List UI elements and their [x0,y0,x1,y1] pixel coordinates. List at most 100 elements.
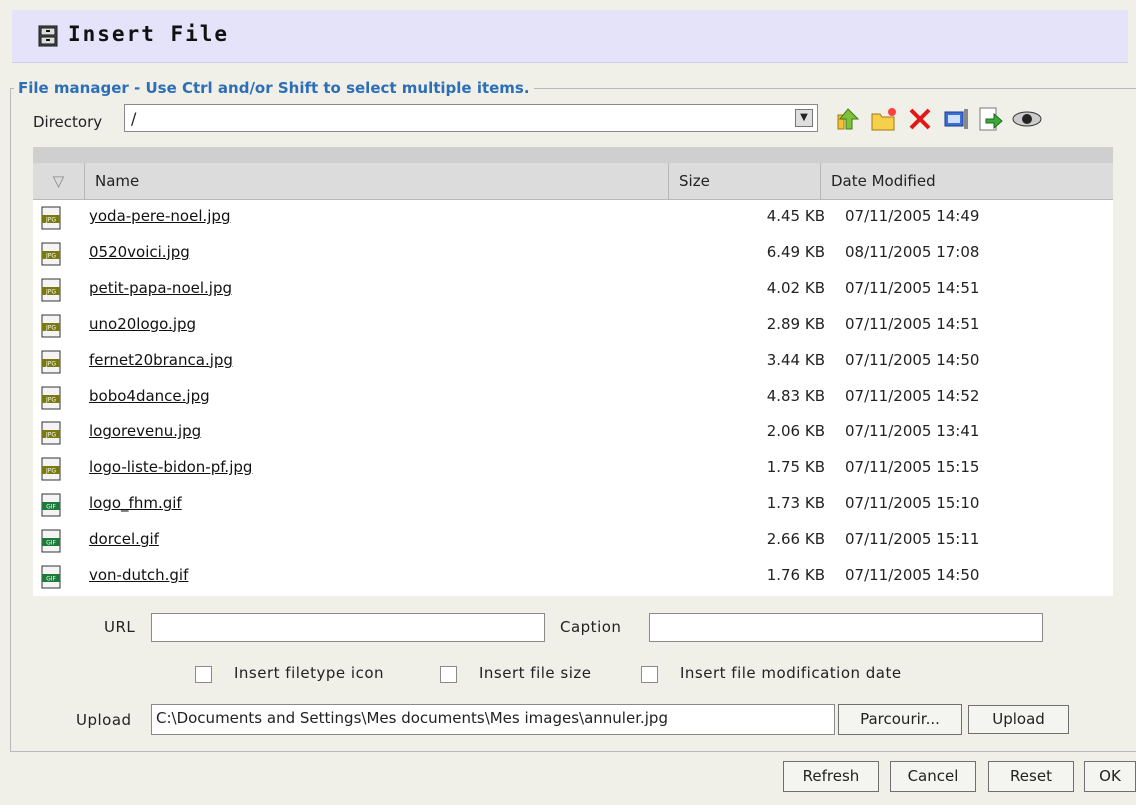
file-type-text: JPG [45,324,56,331]
file-size: 1.73 KB [766,494,825,513]
file-date: 07/11/2005 13:41 [845,422,980,441]
sort-indicator-icon[interactable]: ▽ [33,163,85,199]
file-name[interactable]: von-dutch.gif [89,566,188,584]
file-size: 2.89 KB [766,314,825,333]
table-header: ▽ Name Size Date Modified [33,163,1113,200]
table-row[interactable]: JPG logo-liste-bidon-pf.jpg 1.75 KB 07/11/2… [33,451,1113,486]
upload-path-field[interactable]: C:\Documents and Settings\Mes documents\… [151,704,835,735]
jpg-file-icon: JPG [41,206,61,230]
file-size: 1.76 KB [766,566,825,584]
table-row[interactable]: JPG uno20logo.jpg 2.89 KB 07/11/2005 14:51 [33,308,1113,343]
file-date: 07/11/2005 15:10 [845,494,980,513]
column-header-date[interactable]: Date Modified [821,163,1113,199]
gif-file-icon: GIF [41,493,61,517]
table-row[interactable]: JPG 0520voici.jpg 6.49 KB 08/11/2005 17:08 [33,236,1113,271]
file-size: 3.44 KB [766,350,825,369]
file-date: 07/11/2005 14:51 [845,278,980,297]
file-cabinet-icon [38,25,58,47]
cancel-button[interactable]: Cancel [890,761,976,792]
file-type-text: JPG [45,252,56,259]
table-row[interactable]: JPG petit-papa-noel.jpg 4.02 KB 07/11/2005 … [33,272,1113,307]
table-row[interactable]: GIF logo_fhm.gif 1.73 KB 07/11/2005 15:10 [33,487,1113,522]
insert-filetype-icon-checkbox[interactable] [195,666,212,683]
upload-button[interactable]: Upload [968,705,1069,734]
table-row[interactable]: GIF von-dutch.gif 1.76 KB 07/11/2005 14:50 [33,559,1113,594]
new-folder-icon[interactable] [870,105,898,133]
file-size: 2.06 KB [766,422,825,441]
file-type-text: JPG [45,360,56,367]
page-title: Insert File [68,22,230,46]
move-icon[interactable] [976,105,1004,133]
title-bar: Insert File [12,10,1128,63]
file-size: 1.75 KB [766,458,825,477]
jpg-file-icon: JPG [41,314,61,338]
table-row[interactable]: JPG fernet20branca.jpg 3.44 KB 07/11/2005 1… [33,344,1113,379]
insert-modification-date-checkbox[interactable] [641,666,658,683]
file-type-text: GIF [46,576,56,583]
file-size: 2.66 KB [766,530,825,549]
file-type-text: JPG [45,288,56,295]
file-type-text: JPG [45,217,56,224]
file-name[interactable]: petit-papa-noel.jpg [89,279,232,297]
gif-file-icon: GIF [41,565,61,589]
file-name[interactable]: uno20logo.jpg [89,315,196,333]
table-row[interactable]: GIF dorcel.gif 2.66 KB 07/11/2005 15:11 [33,523,1113,558]
file-date: 07/11/2005 14:49 [845,207,980,225]
ok-button[interactable]: OK [1084,761,1136,792]
jpg-file-icon: JPG [41,386,61,409]
upload-path-value: C:\Documents and Settings\Mes documents\… [156,709,668,727]
file-type-text: GIF [46,540,56,547]
upload-label: Upload [76,711,132,729]
url-label: URL [104,618,136,636]
file-manager-legend: File manager - Use Ctrl and/or Shift to … [14,79,534,97]
insert-file-size-label: Insert file size [479,664,592,682]
table-row[interactable]: JPG yoda-pere-noel.jpg 4.45 KB 07/11/2005 1… [33,200,1113,235]
directory-select[interactable]: / ▼ [124,104,818,132]
table-row[interactable]: JPG logorevenu.jpg 2.06 KB 07/11/2005 13:41 [33,415,1113,450]
insert-file-size-checkbox[interactable] [440,666,457,683]
file-size: 4.02 KB [766,278,825,297]
file-name[interactable]: fernet20branca.jpg [89,351,233,369]
file-date: 07/11/2005 14:51 [845,314,980,333]
jpg-file-icon: JPG [41,457,61,481]
file-type-text: JPG [45,468,56,475]
file-date: 07/11/2005 14:50 [845,350,980,369]
file-name[interactable]: logo-liste-bidon-pf.jpg [89,458,252,476]
insert-modification-date-label: Insert file modification date [680,664,902,682]
rename-icon[interactable] [942,105,970,133]
up-directory-icon[interactable] [834,105,862,133]
grid-top-strip [33,147,1113,163]
dropdown-arrow-icon[interactable]: ▼ [795,109,813,127]
file-date: 07/11/2005 14:52 [845,386,980,405]
jpg-file-icon: JPG [41,421,61,445]
file-size: 4.45 KB [766,207,825,225]
column-header-name[interactable]: Name [85,163,669,199]
file-size: 4.83 KB [766,386,825,405]
insert-filetype-icon-label: Insert filetype icon [234,664,385,682]
file-date: 08/11/2005 17:08 [845,242,980,261]
file-name[interactable]: bobo4dance.jpg [89,387,210,405]
file-date: 07/11/2005 15:15 [845,458,980,477]
file-name[interactable]: logorevenu.jpg [89,422,201,440]
file-type-text: GIF [46,504,56,511]
reset-button[interactable]: Reset [988,761,1074,792]
table-row[interactable]: JPG bobo4dance.jpg 4.83 KB 07/11/2005 14:52 [33,380,1113,415]
directory-value: / [131,109,137,128]
column-header-size[interactable]: Size [669,163,821,199]
file-name[interactable]: logo_fhm.gif [89,494,182,512]
file-list: ▽ Name Size Date Modified JPG yoda-pere-n… [33,147,1113,596]
file-date: 07/11/2005 15:11 [845,530,980,549]
delete-icon[interactable] [906,105,934,133]
caption-input[interactable] [649,613,1043,642]
preview-icon[interactable] [1010,105,1044,133]
directory-label: Directory [33,113,103,131]
url-input[interactable] [151,613,545,642]
browse-button[interactable]: Parcourir... [838,704,962,735]
gif-file-icon: GIF [41,529,61,553]
refresh-button[interactable]: Refresh [783,761,879,792]
jpg-file-icon: JPG [41,350,61,374]
file-name[interactable]: yoda-pere-noel.jpg [89,207,230,225]
file-name[interactable]: 0520voici.jpg [89,243,190,261]
file-type-text: JPG [45,396,56,403]
file-name[interactable]: dorcel.gif [89,530,159,548]
